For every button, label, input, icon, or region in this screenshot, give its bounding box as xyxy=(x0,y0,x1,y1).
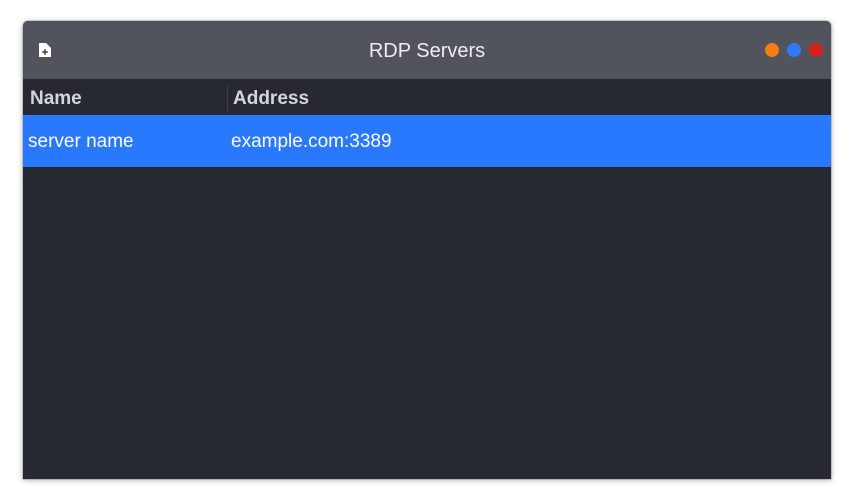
table-row[interactable]: server name example.com:3389 xyxy=(23,115,831,167)
title-bar[interactable]: RDP Servers xyxy=(23,21,831,79)
minimize-button[interactable] xyxy=(765,43,779,57)
window-controls xyxy=(765,43,823,57)
maximize-button[interactable] xyxy=(787,43,801,57)
column-header-address[interactable]: Address xyxy=(233,79,309,115)
column-divider[interactable] xyxy=(227,85,228,111)
server-address-cell: example.com:3389 xyxy=(231,131,392,152)
column-header-name[interactable]: Name xyxy=(30,79,82,115)
server-name-cell: server name xyxy=(28,131,134,152)
rdp-servers-window: RDP Servers Name Address server name exa… xyxy=(23,21,831,479)
table-header: Name Address xyxy=(23,79,831,115)
window-title: RDP Servers xyxy=(368,40,486,62)
close-button[interactable] xyxy=(809,43,823,57)
